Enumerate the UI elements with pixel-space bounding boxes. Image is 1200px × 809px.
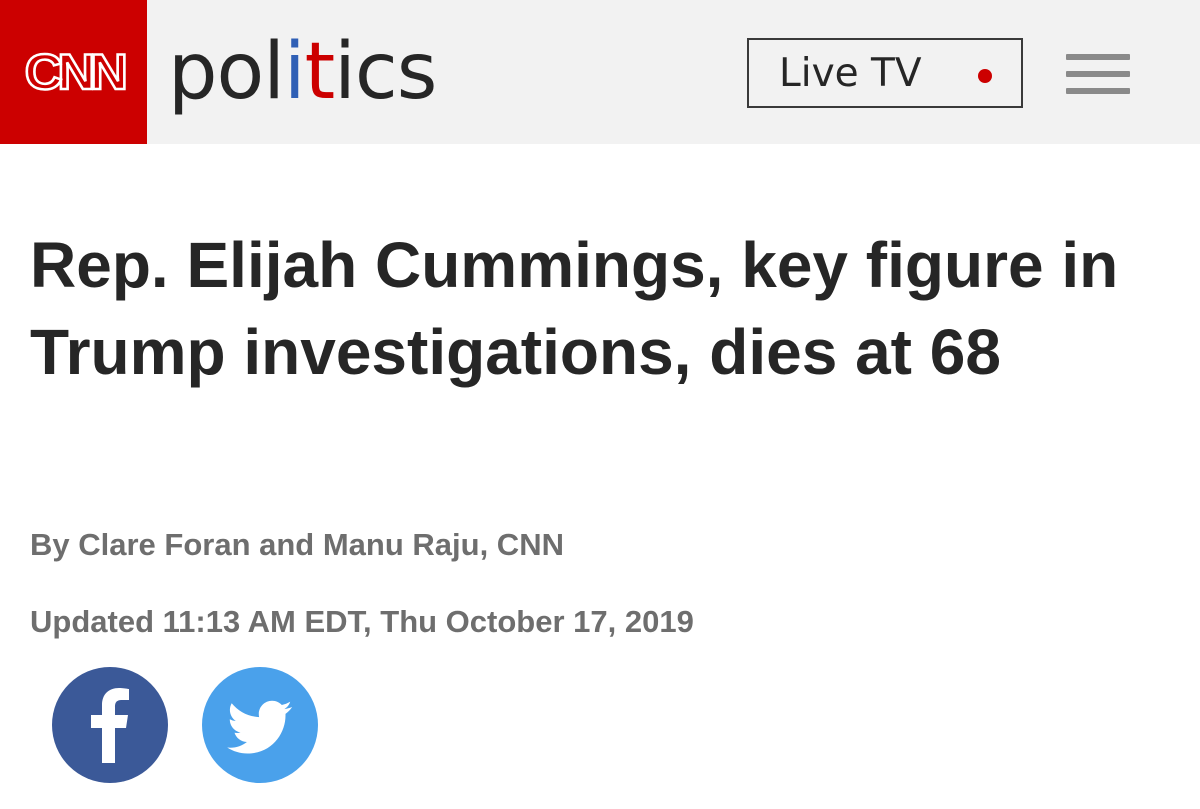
article-byline: By Clare Foran and Manu Raju, CNN: [30, 527, 564, 562]
section-title-part-blue: i: [283, 27, 306, 117]
twitter-icon: [227, 700, 293, 754]
cnn-logo[interactable]: CNN: [0, 0, 147, 144]
section-title-part: ics: [334, 27, 437, 117]
article-updated-timestamp: Updated 11:13 AM EDT, Thu October 17, 20…: [30, 604, 694, 639]
live-indicator-dot: [978, 69, 992, 83]
live-tv-label: Live TV: [779, 51, 922, 96]
article-headline: Rep. Elijah Cummings, key figure in Trum…: [30, 229, 1119, 388]
section-title-part: pol: [168, 27, 285, 117]
cnn-logo-text: CNN: [23, 43, 129, 102]
menu-line: [1066, 54, 1130, 60]
facebook-share-button[interactable]: [52, 667, 168, 783]
menu-line: [1066, 71, 1130, 77]
facebook-icon: [91, 688, 129, 763]
live-tv-button[interactable]: Live TV: [747, 38, 1023, 108]
site-header: CNN politics Live TV: [0, 0, 1200, 144]
menu-line: [1066, 88, 1130, 94]
section-title-part-red: t: [304, 27, 336, 117]
hamburger-menu-icon[interactable]: [1066, 54, 1130, 96]
politics-section-title[interactable]: politics: [168, 22, 437, 122]
twitter-share-button[interactable]: [202, 667, 318, 783]
